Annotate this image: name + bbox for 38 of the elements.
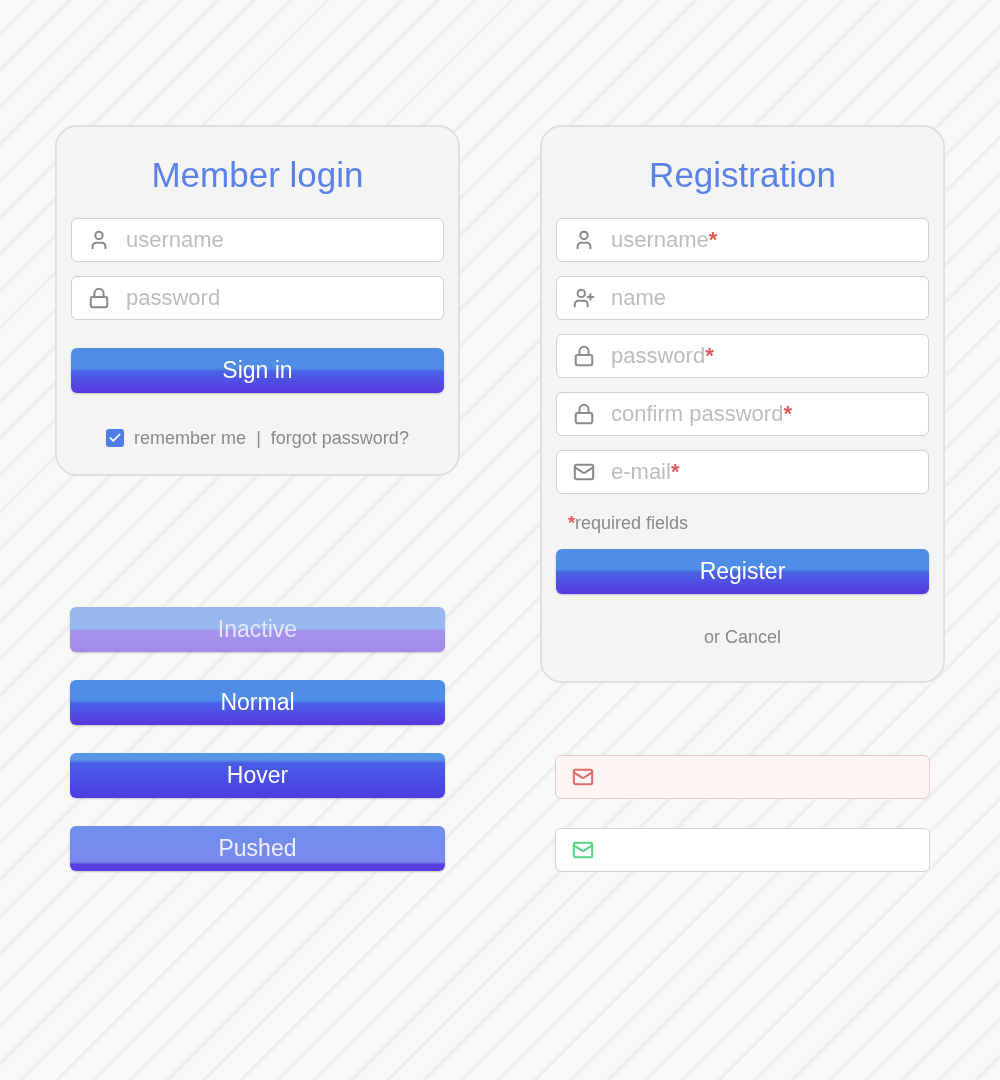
text-field[interactable]: username*: [556, 217, 929, 262]
required-mark: *: [708, 226, 718, 254]
user-plus-icon: [573, 286, 595, 309]
card-title: Member login: [150, 154, 365, 196]
text-field[interactable]: password*: [556, 333, 929, 378]
required-mark: *: [705, 342, 714, 370]
input-field[interactable]: e-mail: [611, 455, 671, 488]
input-field[interactable]: password: [611, 339, 706, 372]
text-field[interactable]: e-mail*: [556, 449, 929, 494]
input-field[interactable]: password: [126, 281, 221, 314]
separator: |: [256, 426, 261, 450]
cancel-link[interactable]: or Cancel: [703, 623, 781, 651]
checkbox-label: remember me: [134, 426, 247, 450]
check-icon: [108, 431, 123, 445]
input-field[interactable]: [555, 827, 930, 872]
lock-icon: [573, 402, 595, 425]
button[interactable]: Pushed: [70, 825, 445, 871]
text-field[interactable]: confirm password*: [556, 391, 929, 436]
lock-icon: [88, 286, 110, 309]
text-field[interactable]: name: [556, 275, 929, 320]
input-field[interactable]: [555, 754, 930, 799]
input-field[interactable]: name: [611, 281, 667, 314]
required-mark: *: [783, 400, 792, 428]
required-mark: *: [670, 458, 680, 486]
checkbox[interactable]: [106, 429, 125, 447]
input-field[interactable]: username: [126, 223, 224, 256]
register-button[interactable]: Register: [556, 548, 929, 594]
lock-icon: [573, 344, 595, 367]
card-title: Registration: [648, 154, 837, 196]
forgot-password-link[interactable]: forgot password?: [270, 424, 409, 452]
input-field[interactable]: username: [611, 223, 709, 256]
input-field[interactable]: confirm password: [611, 397, 784, 430]
text-field[interactable]: password: [71, 275, 444, 320]
button[interactable]: Hover: [70, 752, 445, 798]
required-note: *required fields: [568, 511, 690, 535]
button[interactable]: Normal: [70, 679, 445, 725]
sign-in-button[interactable]: Sign in: [71, 347, 444, 393]
text-field[interactable]: username: [71, 217, 444, 262]
